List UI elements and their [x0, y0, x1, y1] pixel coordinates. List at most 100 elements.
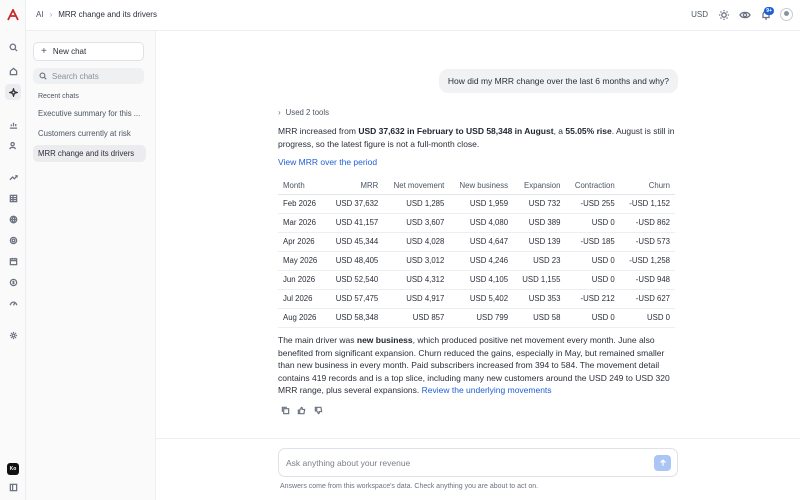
- table-cell: USD 857: [383, 308, 450, 328]
- avatar[interactable]: [780, 8, 793, 21]
- column-header: Month: [278, 177, 327, 195]
- summary-bold-rise: 55.05% rise: [565, 126, 612, 136]
- table-cell: USD 4,080: [449, 213, 514, 233]
- trend-icon[interactable]: [5, 169, 21, 185]
- table-cell: USD 4,312: [383, 270, 450, 290]
- composer-area: Answers come from this workspace's data.…: [156, 438, 800, 500]
- gear-outline-icon[interactable]: [5, 232, 21, 248]
- column-header: New business: [449, 177, 514, 195]
- chat-item-customers-at-risk[interactable]: Customers currently at risk: [33, 125, 146, 142]
- breadcrumb-current: MRR change and its drivers: [58, 10, 157, 19]
- composer: [278, 448, 678, 477]
- send-button[interactable]: [654, 455, 671, 471]
- table-cell: Feb 2026: [278, 194, 327, 214]
- notification-badge: 9+: [764, 7, 774, 15]
- copy-icon[interactable]: [281, 406, 290, 415]
- table-cell: -USD 1,152: [619, 194, 675, 214]
- view-mrr-link[interactable]: View MRR over the period: [278, 157, 377, 167]
- column-header: Net movement: [383, 177, 450, 195]
- thumbs-up-icon[interactable]: [297, 406, 306, 415]
- table-row: May 2026 USD 48,405 USD 3,012 USD 4,246 …: [278, 251, 675, 271]
- table-cell: USD 52,540: [326, 270, 384, 290]
- currency-selector[interactable]: USD: [691, 10, 708, 19]
- chart-icon[interactable]: [5, 116, 21, 132]
- search-chats-input[interactable]: Search chats: [33, 68, 144, 84]
- gauge-icon[interactable]: [5, 295, 21, 311]
- search-icon[interactable]: [5, 39, 21, 55]
- user-message: How did my MRR change over the last 6 mo…: [438, 69, 678, 93]
- used-tools-toggle[interactable]: › Used 2 tools: [278, 108, 329, 117]
- used-tools-label: Used 2 tools: [285, 108, 330, 117]
- ai-sparkle-icon[interactable]: [5, 84, 21, 100]
- table-cell: Jul 2026: [278, 289, 327, 309]
- chat-item-mrr-change[interactable]: MRR change and its drivers: [33, 145, 146, 162]
- breadcrumb-separator: ›: [49, 10, 53, 19]
- table-cell: USD 1,285: [383, 194, 450, 214]
- table-icon[interactable]: [5, 190, 21, 206]
- eye-icon[interactable]: [739, 9, 751, 21]
- ask-input[interactable]: [286, 456, 636, 470]
- summary-text: , a: [553, 126, 566, 136]
- drivers-paragraph: The main driver was new business, which …: [278, 334, 678, 397]
- users-icon[interactable]: [5, 137, 21, 153]
- chat-item-executive-summary[interactable]: Executive summary for this ...: [33, 105, 146, 122]
- table-cell: USD 139: [513, 232, 566, 252]
- table-cell: USD 23: [513, 251, 566, 271]
- chat-item-label: Executive summary for this ...: [38, 109, 141, 118]
- table-cell: -USD 255: [565, 194, 620, 214]
- table-cell: USD 0: [565, 270, 620, 290]
- thumbs-down-icon[interactable]: [314, 406, 323, 415]
- table-cell: USD 389: [513, 213, 566, 233]
- table-cell: Mar 2026: [278, 213, 327, 233]
- calendar-icon[interactable]: [5, 253, 21, 269]
- app-logo[interactable]: [7, 7, 19, 21]
- summary-paragraph: MRR increased from USD 37,632 in Februar…: [278, 125, 678, 150]
- receipt-icon[interactable]: [5, 274, 21, 290]
- theme-toggle-icon[interactable]: [718, 9, 730, 21]
- table-cell: USD 4,246: [449, 251, 514, 271]
- review-movements-link[interactable]: Review the underlying movements: [422, 385, 552, 395]
- mrr-table: Month MRR Net movement New business Expa…: [278, 177, 675, 328]
- new-chat-label: New chat: [52, 47, 87, 56]
- table-row: Apr 2026 USD 45,344 USD 4,028 USD 4,647 …: [278, 232, 675, 252]
- table-cell: Aug 2026: [278, 308, 327, 328]
- brand-badge[interactable]: Ko: [7, 463, 19, 475]
- table-cell: USD 3,607: [383, 213, 450, 233]
- table-cell: USD 57,475: [326, 289, 384, 309]
- chevron-right-icon: ›: [278, 108, 281, 117]
- chat-item-label: MRR change and its drivers: [38, 149, 135, 158]
- table-cell: USD 3,012: [383, 251, 450, 271]
- table-cell: USD 48,405: [326, 251, 384, 271]
- settings-icon[interactable]: [5, 327, 21, 343]
- table-cell: USD 4,028: [383, 232, 450, 252]
- table-row: Jun 2026 USD 52,540 USD 4,312 USD 4,105 …: [278, 270, 675, 290]
- disclaimer-text: Answers come from this workspace's data.…: [280, 483, 539, 490]
- chat-sidebar: + New chat Search chats Recent chats Exe…: [26, 31, 156, 500]
- sidebar-toggle-icon[interactable]: [5, 479, 21, 495]
- table-cell: -USD 185: [565, 232, 620, 252]
- new-chat-button[interactable]: + New chat: [33, 42, 144, 61]
- table-cell: USD 353: [513, 289, 566, 309]
- table-cell: USD 58,348: [326, 308, 384, 328]
- column-header: Churn: [619, 177, 675, 195]
- table-header-row: Month MRR Net movement New business Expa…: [278, 177, 675, 195]
- chat-item-label: Customers currently at risk: [38, 129, 131, 138]
- table-cell: USD 0: [619, 308, 675, 328]
- table-cell: USD 1,959: [449, 194, 514, 214]
- globe-icon[interactable]: [5, 211, 21, 227]
- table-cell: USD 45,344: [326, 232, 384, 252]
- search-icon: [39, 72, 47, 80]
- table-cell: -USD 862: [619, 213, 675, 233]
- table-cell: USD 732: [513, 194, 566, 214]
- drivers-bold: new business: [356, 335, 413, 345]
- table-cell: -USD 573: [619, 232, 675, 252]
- column-header: MRR: [326, 177, 384, 195]
- breadcrumb-root[interactable]: AI: [36, 10, 44, 19]
- home-icon[interactable]: [5, 63, 21, 79]
- table-cell: -USD 948: [619, 270, 675, 290]
- table-cell: May 2026: [278, 251, 327, 271]
- table-cell: USD 4,917: [383, 289, 450, 309]
- summary-text: MRR increased from: [278, 126, 359, 136]
- plus-icon: +: [41, 45, 47, 57]
- conversation-panel: How did my MRR change over the last 6 mo…: [156, 31, 800, 438]
